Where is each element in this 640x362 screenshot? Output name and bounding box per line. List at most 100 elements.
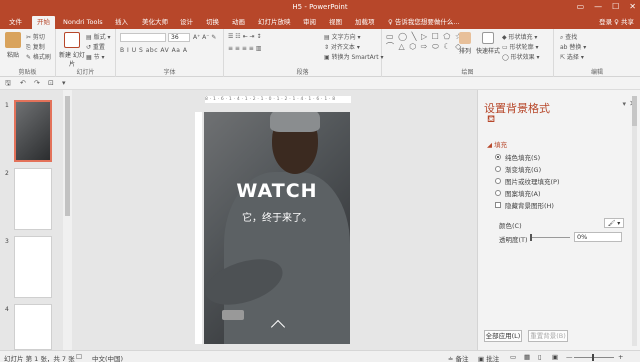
pane-options-dropdown[interactable]: ▾ xyxy=(622,100,626,108)
color-picker-button[interactable]: 🖌 ▾ xyxy=(604,218,624,228)
new-slide-button[interactable]: 新建 幻灯片 xyxy=(59,32,85,68)
zoom-in-button[interactable]: + xyxy=(618,353,623,361)
arrange-button[interactable]: 排列 xyxy=(456,32,474,55)
pane-scrollbar[interactable] xyxy=(632,96,637,346)
save-icon[interactable]: 🖫 xyxy=(5,79,11,90)
transparency-slider[interactable] xyxy=(530,234,570,241)
list-buttons[interactable]: ☰ ☷ ⇤ ⇥ ↕ xyxy=(228,33,261,40)
font-grow-shrink[interactable]: A⁺ A⁻ ✎ xyxy=(193,34,216,41)
status-bar: 幻灯片 第 1 张，共 7 张 ☐ 中文(中国) ≐ 备注 ▣ 批注 ▭ ▦ ▯… xyxy=(0,350,640,362)
comments-button[interactable]: ▣ 批注 xyxy=(478,353,499,362)
reset-background-button[interactable]: 重置背景(B) xyxy=(528,330,568,342)
radio-icon[interactable] xyxy=(495,154,501,160)
slide-headline[interactable]: WATCH xyxy=(204,180,350,202)
tab-beautify[interactable]: 美化大师 xyxy=(137,16,173,29)
group-label: 绘图 xyxy=(461,69,474,76)
undo-icon[interactable]: ↶ xyxy=(20,79,26,87)
slide-thumbnail-4[interactable] xyxy=(14,304,52,350)
slide[interactable]: WATCH 它，终于来了。 xyxy=(204,112,350,344)
shapes-gallery[interactable]: ▭ ◯ ╲ ▷ ☐ ⬠ ☆ ⌒ △ ⬡ ⇨ ⬭ ☾ ◇ xyxy=(386,32,463,52)
radio-icon[interactable] xyxy=(495,166,501,172)
reading-view-icon[interactable]: ▯ xyxy=(538,353,542,361)
format-painter-button[interactable]: ✎ 格式刷 xyxy=(26,52,51,61)
group-label: 字体 xyxy=(163,69,176,76)
close-button[interactable]: ✕ xyxy=(629,2,636,11)
section-button[interactable]: ▦ 节 ▾ xyxy=(86,52,105,61)
slide-thumbnail-2[interactable] xyxy=(14,168,52,230)
slider-knob[interactable] xyxy=(530,234,532,241)
tab-slideshow[interactable]: 幻灯片放映 xyxy=(253,16,296,29)
shape-fill-button[interactable]: ◆ 形状填充 ▾ xyxy=(502,32,537,41)
start-slideshow-icon[interactable]: ⊡ xyxy=(48,79,54,87)
thumbnail-scrollbar[interactable] xyxy=(63,90,72,350)
checkbox-icon[interactable] xyxy=(495,202,501,208)
tab-view[interactable]: 视图 xyxy=(324,16,347,29)
tab-review[interactable]: 审阅 xyxy=(298,16,321,29)
signin-share[interactable]: 登录 ♀ 共享 xyxy=(599,16,634,29)
solid-fill-option[interactable]: 纯色填充(S) xyxy=(495,152,540,162)
maximize-button[interactable]: ☐ xyxy=(612,2,619,11)
radio-icon[interactable] xyxy=(495,190,501,196)
pattern-fill-option[interactable]: 图案填充(A) xyxy=(495,188,541,198)
vertical-ruler xyxy=(195,112,202,344)
fill-bucket-icon[interactable]: ⛾ xyxy=(487,114,495,127)
smartart-button[interactable]: ▣ 转换为 SmartArt ▾ xyxy=(324,52,383,61)
cut-button[interactable]: ✂ 剪切 xyxy=(26,32,45,41)
find-button[interactable]: ⌕ 查找 xyxy=(560,32,577,42)
hide-background-graphics[interactable]: 隐藏背景图形(H) xyxy=(495,200,554,210)
reset-button[interactable]: ↺ 重置 xyxy=(86,42,105,51)
select-button[interactable]: ⇱ 选择 ▾ xyxy=(560,52,584,61)
slideshow-view-icon[interactable]: ▣ xyxy=(552,353,558,361)
slide-photo-beanie xyxy=(270,112,320,132)
fill-section-header[interactable]: ◢ 填充 xyxy=(487,139,507,149)
slide-subline[interactable]: 它，终于来了。 xyxy=(204,209,350,224)
font-format-buttons[interactable]: B I U S abc AV Aa A xyxy=(120,47,187,54)
apply-to-all-button[interactable]: 全部应用(L) xyxy=(484,330,522,342)
zoom-knob[interactable] xyxy=(592,354,594,361)
replace-button[interactable]: ab 替换 ▾ xyxy=(560,42,586,51)
font-size-input[interactable]: 36 xyxy=(168,33,190,42)
tab-design[interactable]: 设计 xyxy=(175,16,198,29)
font-name-input[interactable] xyxy=(120,33,166,42)
slide-number: 2 xyxy=(5,170,9,177)
zoom-out-button[interactable]: — xyxy=(566,353,573,361)
tab-file[interactable]: 文件 xyxy=(4,16,27,29)
align-text-button[interactable]: ⇕ 对齐文本 ▾ xyxy=(324,42,360,51)
shape-outline-button[interactable]: ▭ 形状轮廓 ▾ xyxy=(502,42,539,51)
language-status[interactable]: 中文(中国) xyxy=(92,353,123,362)
spellcheck-icon[interactable]: ☐ xyxy=(76,353,82,361)
transparency-input[interactable]: 0% xyxy=(574,232,622,242)
customize-qat-icon[interactable]: ▾ xyxy=(62,79,66,87)
redo-icon[interactable]: ↷ xyxy=(34,79,40,87)
tab-animations[interactable]: 动画 xyxy=(227,16,250,29)
tab-addins[interactable]: 加载项 xyxy=(350,16,380,29)
tab-nondri-tools[interactable]: Nondri Tools xyxy=(58,16,108,29)
tab-insert[interactable]: 插入 xyxy=(110,16,133,29)
normal-view-icon[interactable]: ▭ xyxy=(510,353,516,361)
notes-button[interactable]: ≐ 备注 xyxy=(448,353,469,362)
slide-thumbnail-3[interactable] xyxy=(14,236,52,298)
zoom-slider[interactable] xyxy=(574,354,614,361)
shape-effects-button[interactable]: ◯ 形状效果 ▾ xyxy=(502,52,540,61)
window-title: H5 - PowerPoint xyxy=(292,3,348,11)
tell-me-search[interactable]: ♀ 告诉我您想要做什么... xyxy=(388,16,460,29)
scrollbar-thumb[interactable] xyxy=(65,96,70,216)
text-direction-button[interactable]: ▤ 文字方向 ▾ xyxy=(324,32,361,41)
slide-sorter-icon[interactable]: ▦ xyxy=(524,353,530,361)
radio-icon[interactable] xyxy=(495,178,501,184)
tab-transitions[interactable]: 切换 xyxy=(201,16,224,29)
scrollbar-thumb[interactable] xyxy=(632,96,637,126)
picture-fill-option[interactable]: 图片或纹理填充(P) xyxy=(495,176,560,186)
layout-button[interactable]: ▤ 版式 ▾ xyxy=(86,32,111,41)
ribbon-display-button[interactable]: ▭ xyxy=(577,2,585,11)
minimize-button[interactable]: — xyxy=(594,2,602,11)
gradient-fill-option[interactable]: 渐变填充(G) xyxy=(495,164,541,174)
align-buttons[interactable]: ≡ ≡ ≡ ≡ ▥ xyxy=(228,45,261,52)
slide-thumbnail-1[interactable] xyxy=(14,100,52,162)
quick-styles-button[interactable]: 快速样式 xyxy=(476,32,500,55)
group-label: 幻灯片 xyxy=(76,69,95,76)
horizontal-ruler: 8 · 1 · 6 · 1 · 4 · 1 · 2 · 1 · 0 · 1 · … xyxy=(205,96,351,103)
paste-button[interactable]: 粘贴 xyxy=(2,32,24,59)
tab-home[interactable]: 开始 xyxy=(32,16,55,29)
copy-button[interactable]: ⎘ 复制 xyxy=(26,42,45,52)
